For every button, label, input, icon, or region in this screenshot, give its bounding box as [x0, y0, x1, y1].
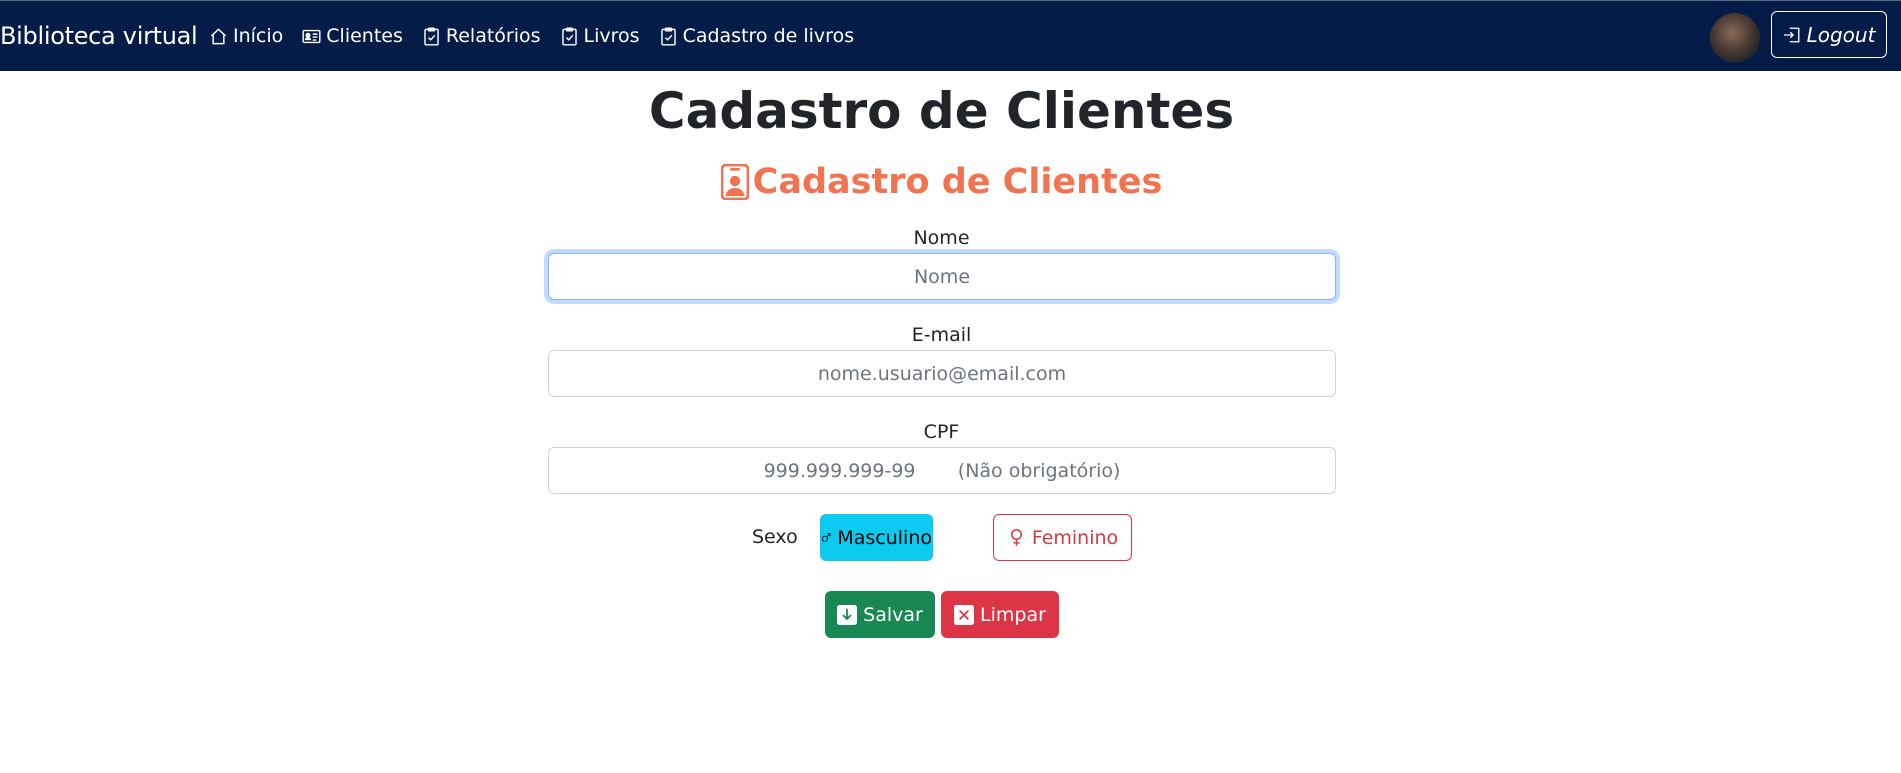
- house-icon: [210, 27, 227, 44]
- nav-inicio[interactable]: Início: [209, 25, 283, 47]
- navbar: Biblioteca virtual Início Clientes Relat…: [0, 0, 1901, 71]
- box-arrow-in-icon: [1783, 27, 1800, 42]
- nav-clientes[interactable]: Clientes: [302, 25, 403, 47]
- download-icon: [837, 604, 858, 625]
- nav-relatorios-label: Relatórios: [445, 25, 541, 47]
- save-button[interactable]: Salvar: [825, 591, 935, 638]
- nome-label: Nome: [913, 227, 970, 249]
- female-symbol-icon: [1010, 529, 1022, 546]
- email-label: E-mail: [911, 324, 972, 346]
- person-badge-icon: [720, 164, 749, 200]
- close-icon: [954, 604, 975, 625]
- nav-clientes-label: Clientes: [326, 25, 403, 47]
- nome-input[interactable]: [548, 253, 1336, 300]
- nav-inicio-label: Início: [233, 25, 284, 47]
- logout-button[interactable]: Logout: [1771, 11, 1887, 58]
- person-card-icon: [302, 29, 321, 43]
- logout-label: Logout: [1806, 22, 1876, 47]
- email-input[interactable]: [548, 350, 1336, 397]
- save-label: Salvar: [863, 603, 923, 626]
- form-title-text: Cadastro de Clientes: [752, 162, 1163, 202]
- feminino-label: Feminino: [1031, 526, 1119, 549]
- nav-livros-label: Livros: [583, 25, 640, 47]
- feminino-button[interactable]: Feminino: [993, 514, 1132, 561]
- male-symbol-icon: [821, 533, 831, 542]
- masculino-button[interactable]: Masculino: [820, 514, 933, 561]
- cpf-label: CPF: [923, 421, 960, 443]
- clipboard-check-icon: [561, 26, 577, 46]
- nav-livros[interactable]: Livros: [560, 25, 640, 47]
- nav-relatorios[interactable]: Relatórios: [422, 25, 541, 47]
- avatar[interactable]: [1710, 13, 1760, 63]
- clear-label: Limpar: [980, 603, 1046, 626]
- cpf-input[interactable]: [548, 447, 1336, 494]
- clear-button[interactable]: Limpar: [941, 591, 1059, 638]
- nav-cadastro-livros-label: Cadastro de livros: [682, 25, 855, 47]
- sexo-label: Sexo: [752, 526, 798, 548]
- brand[interactable]: Biblioteca virtual: [0, 22, 198, 50]
- form-title: Cadastro de Clientes: [0, 162, 1883, 202]
- clipboard-check-icon: [424, 26, 439, 46]
- clipboard-check-icon: [660, 26, 676, 46]
- nav-cadastro-livros[interactable]: Cadastro de livros: [659, 25, 855, 47]
- nav-links: Início Clientes Relatórios Livros Cadast…: [209, 25, 873, 47]
- masculino-label: Masculino: [837, 526, 932, 549]
- page-title: Cadastro de Clientes: [648, 82, 1235, 140]
